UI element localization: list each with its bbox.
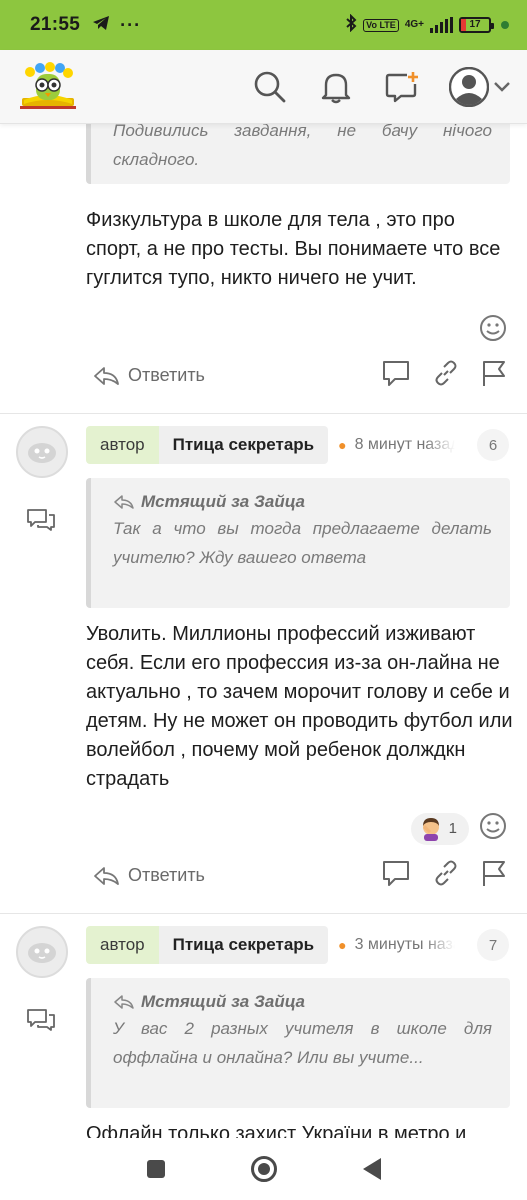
search-icon[interactable] [251, 68, 289, 106]
comment-meta: автор Птица секретарь ● 8 минут назад 6 [86, 426, 509, 464]
comment-body: Физкультура в школе для тела , это про с… [86, 209, 501, 289]
facepalm-emoji-icon [422, 817, 439, 841]
comment-time: 8 минут назад [354, 436, 455, 453]
reply-button[interactable]: Ответить [92, 865, 205, 887]
app-header [0, 50, 527, 124]
flag-icon[interactable] [481, 859, 507, 892]
comment-actions: Ответить [92, 359, 507, 392]
privacy-dot-icon [501, 21, 509, 29]
back-button[interactable] [362, 1158, 381, 1180]
reaction-chip[interactable]: 1 [410, 812, 469, 845]
replies-icon[interactable] [26, 1008, 56, 1037]
quote-text: Так а что вы тогда предлагаете делать уч… [113, 519, 492, 567]
avatar[interactable] [16, 926, 68, 978]
chevron-down-icon [494, 81, 510, 92]
reaction-row [479, 314, 507, 347]
online-dot-icon: ● [338, 937, 347, 953]
battery-icon: 17 [459, 17, 494, 33]
flag-icon[interactable] [481, 359, 507, 392]
add-reaction-icon[interactable] [479, 812, 507, 845]
quote-block: Мстящий за Зайца У вас 2 разных учителя … [86, 978, 510, 1108]
role-badge: автор [86, 926, 159, 964]
comment-icon[interactable] [381, 859, 411, 892]
user-menu[interactable] [449, 66, 511, 107]
avatar[interactable] [16, 426, 68, 478]
link-icon[interactable] [433, 360, 459, 391]
bird-avatar-icon [28, 943, 56, 963]
quote-block: Мстящий за Зайца Так а что вы тогда пред… [86, 478, 510, 608]
reply-arrow-icon [114, 495, 134, 509]
home-button[interactable] [250, 1156, 277, 1182]
system-nav-bar [0, 1138, 527, 1200]
quote-text: Подивились завдання, не бачу нічого скла… [113, 124, 492, 169]
comment-body: Офлайн только захист України в метро и [86, 1123, 467, 1138]
quote-author[interactable]: Мстящий за Зайца [113, 492, 492, 512]
battery-level: 17 [469, 19, 481, 30]
divider [0, 913, 527, 914]
status-indicators: Vo LTE 4G+ 17 [345, 13, 509, 37]
reply-icon [94, 866, 119, 885]
signal-icon [430, 17, 453, 33]
comment-time: 3 минуты назад [354, 936, 455, 953]
reply-label: Ответить [128, 865, 205, 885]
quote-author-name: Мстящий за Зайца [141, 492, 305, 511]
online-dot-icon: ● [338, 437, 347, 453]
network-type: 4G+ [404, 19, 424, 30]
recents-button[interactable] [146, 1160, 165, 1178]
avatar-icon [449, 66, 489, 107]
status-bar: 21:55 ··· Vo LTE 4G+ 17 [0, 0, 527, 50]
link-icon[interactable] [433, 860, 459, 891]
comment-actions: Ответить [92, 859, 507, 892]
reaction-count: 1 [448, 820, 457, 837]
quote-text: У вас 2 разных учителя в школе для оффла… [113, 1019, 492, 1067]
add-reaction-icon[interactable] [479, 314, 507, 347]
replies-icon[interactable] [26, 508, 56, 537]
comment-number: 6 [477, 429, 509, 461]
status-more-dots: ··· [120, 14, 142, 35]
comment-number: 7 [477, 929, 509, 961]
status-time: 21:55 [30, 14, 81, 35]
bluetooth-icon [345, 13, 357, 37]
comment-meta: автор Птица секретарь ● 3 минуты назад 7 [86, 926, 509, 964]
reply-button[interactable]: Ответить [92, 365, 205, 387]
quote-author-name: Мстящий за Зайца [141, 992, 305, 1011]
role-badge: автор [86, 426, 159, 464]
author-name[interactable]: Птица секретарь [158, 426, 329, 464]
quote-author[interactable]: Мстящий за Зайца [113, 992, 492, 1012]
reply-icon [94, 366, 119, 385]
comments-feed: Подивились завдання, не бачу нічого скла… [0, 124, 527, 1138]
site-logo[interactable] [16, 60, 80, 114]
bird-avatar-icon [28, 443, 56, 463]
new-post-icon[interactable] [383, 68, 421, 106]
quote-block: Подивились завдання, не бачу нічого скла… [86, 124, 510, 184]
telegram-icon [92, 15, 110, 36]
reply-arrow-icon [114, 995, 134, 1009]
comment-body: Уволить. Миллионы профессий изживают себ… [86, 623, 513, 790]
volte-badge: Vo LTE [363, 18, 399, 32]
reaction-row: 1 [410, 812, 507, 845]
reply-label: Ответить [128, 365, 205, 385]
author-name[interactable]: Птица секретарь [158, 926, 329, 964]
bell-icon[interactable] [317, 68, 355, 106]
comment-icon[interactable] [381, 359, 411, 392]
